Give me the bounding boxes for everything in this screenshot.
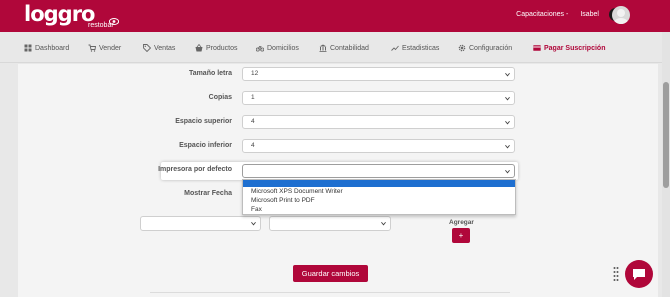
chevron-down-icon: [251, 221, 256, 226]
extra-select-2[interactable]: [269, 216, 391, 231]
dropdown-option-selected-empty[interactable]: [243, 180, 515, 187]
nav-label-productos: Productos: [206, 44, 238, 52]
espacio-superior-select[interactable]: 4: [242, 115, 515, 129]
nav-label-contabilidad: Contabilidad: [330, 44, 369, 52]
eye-icon[interactable]: [109, 18, 119, 25]
copias-value: 1: [251, 94, 255, 101]
avatar[interactable]: [612, 6, 630, 24]
nav-item-contabilidad[interactable]: Contabilidad: [319, 43, 369, 53]
tamano-letra-value: 12: [251, 70, 259, 77]
chat-button[interactable]: [625, 260, 653, 288]
drag-handle-icon[interactable]: [613, 266, 619, 282]
card-icon: [533, 45, 541, 51]
nav-label-domicilios: Domicilios: [267, 44, 299, 52]
impresora-dropdown-list: Microsoft XPS Document Writer Microsoft …: [242, 179, 516, 215]
dashboard-icon: [24, 44, 32, 52]
dropdown-option[interactable]: Microsoft Print to PDF: [251, 197, 315, 204]
nav-item-estadisticas[interactable]: Estadisticas: [391, 43, 439, 53]
top-header: loggro restobar Capacitaciones - Isabel …: [0, 0, 670, 32]
bike-icon: [256, 45, 264, 52]
tamano-letra-select[interactable]: 12: [242, 67, 515, 81]
capacitaciones-menu[interactable]: Capacitaciones -: [516, 11, 568, 18]
nav-item-ventas[interactable]: Ventas: [143, 43, 175, 53]
copias-label: Copias: [208, 94, 232, 101]
nav-label-dashboard: Dashboard: [35, 44, 70, 52]
gear-icon: [458, 44, 466, 52]
espacio-inferior-value: 4: [251, 142, 255, 149]
extra-select-1[interactable]: [140, 216, 261, 231]
scrollbar-thumb[interactable]: [663, 82, 669, 188]
chevron-down-icon: [505, 72, 510, 77]
espacio-superior-label: Espacio superior: [175, 118, 232, 125]
nav-item-dashboard[interactable]: Dashboard: [24, 43, 69, 53]
espacio-inferior-select[interactable]: 4: [242, 139, 515, 153]
tamano-letra-label: Tamaño letra: [188, 70, 232, 77]
add-button[interactable]: +: [452, 228, 470, 243]
cart-icon: [88, 44, 96, 52]
copias-select[interactable]: 1: [242, 91, 515, 105]
agregar-label: Agregar: [449, 219, 474, 226]
nav-item-vender[interactable]: Vender: [88, 43, 121, 53]
basket-icon: [195, 44, 203, 52]
chevron-down-icon: [505, 120, 510, 125]
chevron-down-icon: [505, 144, 510, 149]
espacio-superior-value: 4: [251, 118, 255, 125]
nav-label-ventas: Ventas: [154, 44, 176, 52]
nav-item-productos[interactable]: Productos: [195, 43, 238, 53]
vertical-scrollbar[interactable]: [662, 32, 670, 297]
user-name[interactable]: Isabel: [580, 11, 599, 18]
save-button[interactable]: Guardar cambios: [293, 265, 368, 282]
chat-icon: [633, 268, 645, 280]
impresora-label: Impresora por defecto: [158, 166, 232, 173]
dropdown-option[interactable]: Fax: [251, 206, 262, 213]
impresora-select[interactable]: [242, 164, 515, 178]
chevron-down-icon: [381, 221, 386, 226]
logo[interactable]: loggro restobar: [24, 2, 114, 29]
espacio-inferior-label: Espacio inferior: [179, 142, 232, 149]
nav-label-configuracion: Configuración: [469, 44, 513, 52]
chevron-down-icon: [505, 96, 510, 101]
nav-item-pagar-suscripcion[interactable]: Pagar Suscripción: [533, 43, 605, 53]
nav-item-domicilios[interactable]: Domicilios: [256, 43, 299, 53]
logo-text: loggro: [24, 2, 95, 26]
bank-icon: [319, 44, 327, 52]
tag-icon: [143, 44, 151, 52]
nav-label-pagar-suscripcion: Pagar Suscripción: [544, 44, 606, 52]
divider: [150, 292, 510, 293]
nav-item-configuracion[interactable]: Configuración: [458, 43, 512, 53]
chart-icon: [391, 45, 399, 51]
chevron-down-icon: [505, 169, 510, 174]
main-nav: Dashboard Vender Ventas Productos Domici…: [0, 32, 670, 63]
dropdown-option[interactable]: Microsoft XPS Document Writer: [251, 188, 343, 195]
nav-label-vender: Vender: [99, 44, 122, 52]
mostrar-fecha-label: Mostrar Fecha: [184, 190, 232, 197]
nav-label-estadisticas: Estadisticas: [402, 44, 440, 52]
